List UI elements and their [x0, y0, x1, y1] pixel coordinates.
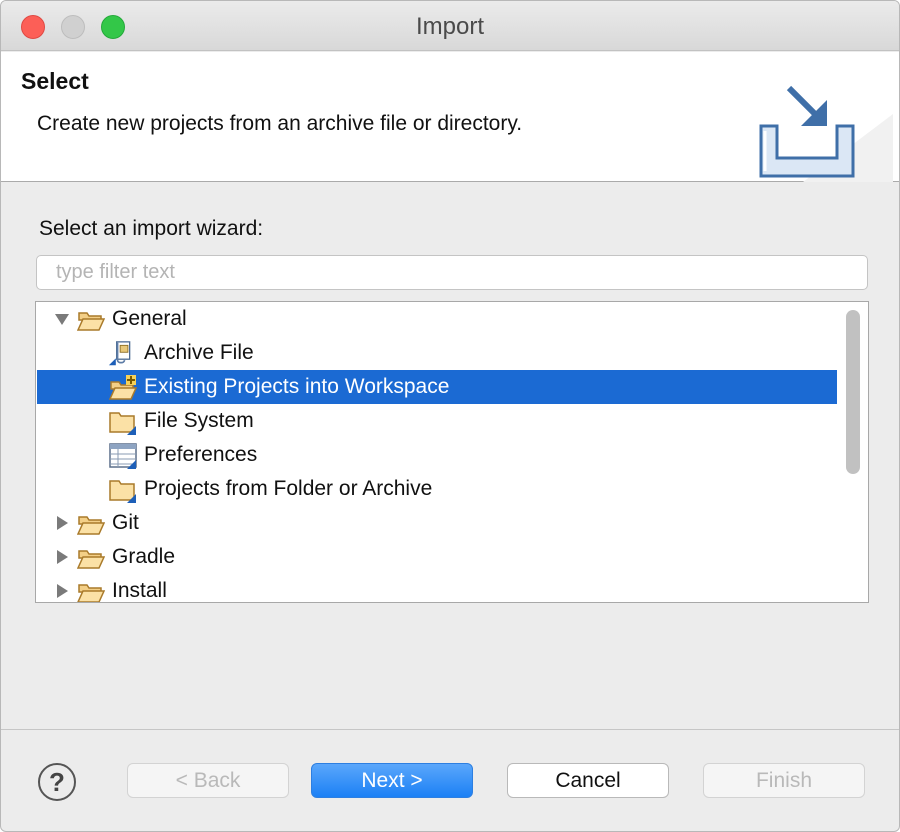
filter-input[interactable] [36, 255, 868, 290]
wizard-prompt: Select an import wizard: [39, 217, 264, 240]
wizard-tree[interactable]: General Archive File Existing Projects i… [35, 301, 869, 603]
open-folder-icon [77, 550, 105, 569]
tree-item-file-system[interactable]: File System [37, 404, 837, 438]
page-description: Create new projects from an archive file… [37, 112, 523, 135]
tree-item-gradle[interactable]: Gradle [37, 540, 837, 574]
preferences-icon [109, 443, 137, 469]
tree-item-projects-from-folder[interactable]: Projects from Folder or Archive [37, 472, 837, 506]
tree-item-label: Existing Projects into Workspace [144, 375, 450, 398]
new-project-folder-icon [109, 375, 137, 400]
footer-divider [1, 729, 899, 730]
finish-button[interactable]: Finish [703, 763, 865, 798]
window-title: Import [415, 13, 484, 40]
tree-item-label: File System [144, 409, 254, 432]
tree-scrollbar-thumb[interactable] [846, 310, 860, 474]
tree-item-archive-file[interactable]: Archive File [37, 336, 837, 370]
import-dialog: Import Select Create new projects from a… [0, 0, 900, 832]
tree-item-label: General [112, 307, 187, 330]
collapsed-arrow-icon[interactable] [54, 515, 70, 531]
title-bar[interactable]: Import [1, 1, 899, 51]
tree-item-label: Install [112, 579, 167, 602]
collapsed-arrow-icon[interactable] [54, 549, 70, 565]
folder-icon [109, 412, 136, 435]
back-button[interactable]: < Back [127, 763, 289, 798]
tree-item-git[interactable]: Git [37, 506, 837, 540]
tree-item-label: Git [112, 511, 139, 534]
folder-icon [109, 480, 136, 503]
tree-item-preferences[interactable]: Preferences [37, 438, 837, 472]
archive-file-icon [108, 341, 131, 366]
wizard-banner: Select Create new projects from an archi… [1, 52, 899, 182]
import-wizard-icon [759, 85, 893, 182]
open-folder-icon [77, 516, 105, 535]
tree-item-label: Gradle [112, 545, 176, 568]
tree-item-label: Preferences [144, 443, 258, 466]
tree-item-install[interactable]: Install [37, 574, 837, 602]
expanded-arrow-icon[interactable] [54, 311, 70, 327]
open-folder-icon [77, 312, 105, 331]
open-folder-icon [77, 584, 105, 602]
cancel-button[interactable]: Cancel [507, 763, 669, 798]
tree-item-label: Archive File [144, 341, 254, 364]
tree-item-label: Projects from Folder or Archive [144, 477, 433, 500]
tree-item-existing-projects[interactable]: Existing Projects into Workspace [37, 370, 837, 404]
help-button[interactable]: ? [38, 763, 76, 801]
page-title: Select [21, 68, 89, 94]
next-button[interactable]: Next > [311, 763, 473, 798]
collapsed-arrow-icon[interactable] [54, 583, 70, 599]
tree-item-general[interactable]: General [37, 302, 837, 336]
